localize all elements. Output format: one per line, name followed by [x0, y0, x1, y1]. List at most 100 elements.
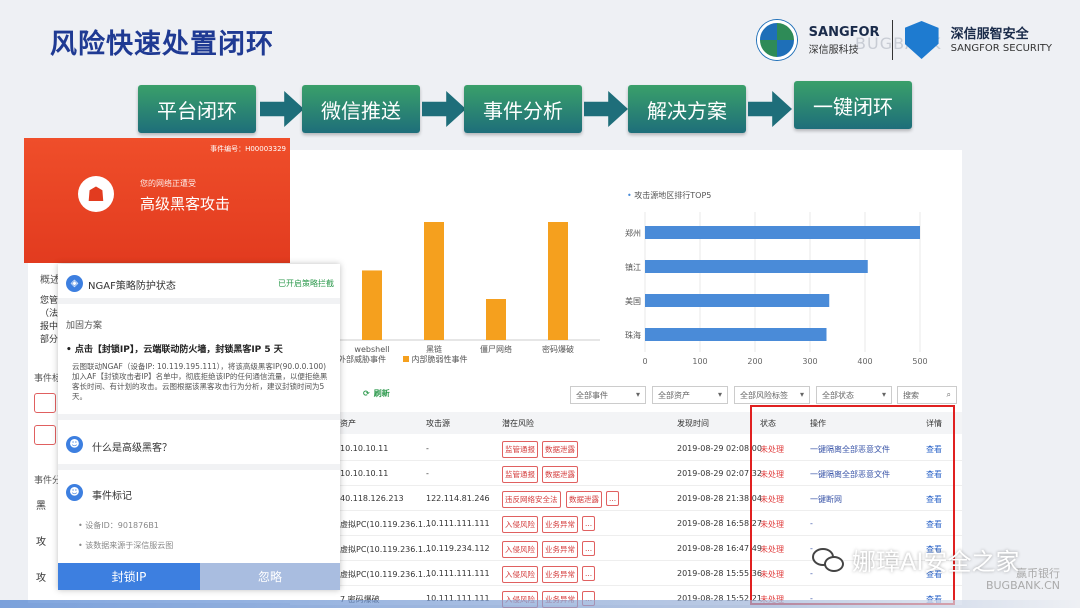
header-risk: 潜在风险: [502, 419, 534, 428]
logo-divider: [891, 20, 893, 60]
cell-asset: 虚拟PC(10.119.236.1...: [340, 570, 431, 579]
cell-source: 122.114.81.246: [426, 494, 490, 503]
corner-watermark: 赢币银行 BUGBANK.CN: [986, 568, 1060, 592]
arrow-right-icon: [260, 91, 304, 127]
plan-body: 云图联动NGAF（设备IP: 10.119.195.111），将该高级黑客IP(…: [72, 362, 328, 401]
event-id: 事件编号：H00003329: [210, 145, 286, 153]
sangfor-logo-sub: 深信服科技: [808, 44, 859, 56]
mobile-alert-header: 事件编号：H00003329 ☗ 您的网络正遭受 高级黑客攻击: [24, 138, 290, 263]
overview-text: 您管 （法 报中 部分: [40, 295, 58, 347]
overview-label: 概述: [40, 275, 60, 286]
divider: [58, 464, 340, 470]
logo-group: SANGFOR 深信服科技 深信服智安全 SANGFOR SECURITY: [756, 20, 1052, 60]
risk-tag: 监管通报: [502, 441, 538, 458]
hbar-美国: [645, 294, 830, 307]
risk-tag: 入侵风险: [502, 566, 538, 583]
filter-risk-label: 全部风险标签: [740, 391, 788, 400]
sangfor-logo-name: SANGFOR: [808, 24, 880, 40]
filter-event-select[interactable]: 全部事件 ▾: [570, 386, 646, 404]
region-chart-title-text: 攻击源地区排行TOP5: [634, 191, 712, 200]
refresh-button[interactable]: ⟳ 刷新: [363, 388, 394, 399]
hacker-icon: ☗: [78, 176, 114, 212]
policy-status-value: 已开启策略拦截: [278, 279, 334, 288]
cell-source: 10.119.234.112: [426, 544, 490, 553]
overview-line: 部分: [40, 335, 59, 345]
x-tick-label: 300: [802, 357, 817, 366]
data-source: • 该数据来源于深信服云图: [78, 541, 174, 550]
arrow-right-icon: [422, 91, 466, 127]
event-item: 攻: [36, 537, 46, 548]
risk-tag: 违反网络安全法: [502, 491, 561, 508]
bar-黑链: [424, 222, 444, 340]
flow-step-wechat: 微信推送: [302, 85, 420, 133]
bar-chart-legend: 外部威胁事件 内部脆弱性事件: [338, 354, 468, 365]
alert-title: 高级黑客攻击: [140, 195, 231, 213]
corner-watermark-line2: BUGBANK.CN: [985, 579, 1060, 592]
cell-source: 10.111.111.111: [426, 569, 490, 578]
cell-asset: 虚拟PC(10.119.236.1...: [340, 520, 431, 529]
region-bar-chart: 0 100 200 300 400 500 郑州镇江美国珠海: [625, 212, 928, 366]
header-source: 攻击源: [426, 419, 450, 428]
person-icon: ☻: [66, 436, 83, 453]
alert-subtitle: 您的网络正遭受: [140, 179, 196, 188]
risk-tag: ...: [606, 491, 620, 506]
cell-asset: 40.118.126.213: [340, 494, 404, 503]
hbar-镇江: [645, 260, 868, 273]
plan-headline-text: 点击【封锁IP】，云端联动防火墙，封锁黑客IP 5 天: [74, 345, 283, 355]
search-icon: ⌕: [946, 390, 951, 399]
x-tick-label: 100: [692, 357, 707, 366]
x-tick-label: 僵尸网络: [480, 344, 512, 354]
filter-event-label: 全部事件: [576, 391, 608, 400]
flow-step-solution: 解决方案: [628, 85, 746, 133]
x-tick-label: 400: [857, 357, 872, 366]
risk-tag: 数据泄露: [542, 441, 578, 458]
device-id: • 设备ID：901876B1: [78, 521, 159, 530]
flow-step-oneclick: 一键闭环: [794, 81, 912, 129]
person-icon: ☻: [66, 484, 83, 501]
ngaf-policy-card: ◈ NGAF策略防护状态 已开启策略拦截 加固方案 • 点击【封锁IP】，云端联…: [58, 264, 340, 590]
flow-step-platform: 平台闭环: [138, 85, 256, 133]
y-tick-label: 镇江: [625, 262, 641, 272]
cell-source: -: [426, 469, 429, 478]
filter-status-label: 全部状态: [822, 391, 854, 400]
filter-risk-select[interactable]: 全部风险标签 ▾: [734, 386, 810, 404]
event-item: 攻: [36, 573, 46, 584]
x-tick-label: 0: [642, 357, 647, 366]
refresh-label: 刷新: [373, 389, 390, 398]
block-ip-button[interactable]: 封锁IP: [58, 563, 200, 590]
bar-僵尸网络: [486, 299, 506, 340]
plan-label: 加固方案: [66, 321, 103, 331]
risk-tag: 数据泄露: [542, 466, 578, 483]
hbar-珠海: [645, 328, 827, 341]
mini-tag: [34, 425, 56, 445]
x-tick-label: webshell: [354, 345, 389, 354]
faq-link[interactable]: 什么是高级黑客？: [92, 439, 172, 454]
cell-asset: 虚拟PC(10.119.236.1...: [340, 545, 431, 554]
header-asset: 资产: [340, 419, 356, 428]
arrow-right-icon: [584, 91, 628, 127]
legend-external: 外部威胁事件: [338, 355, 386, 364]
shield-icon: ◈: [66, 275, 83, 292]
arrow-right-icon: [748, 91, 792, 127]
event-mark-label: 事件标记: [92, 491, 132, 502]
overview-line: 您管: [40, 296, 59, 306]
risk-tag: ...: [582, 516, 596, 531]
slide-title: 风险快速处置闭环: [50, 29, 274, 60]
dashboard-panel: webshell 黑链 僵尸网络 密码爆破 外部威胁事件 内部脆弱性事件 • 攻击源地…: [290, 150, 962, 608]
filter-status-select[interactable]: 全部状态 ▾: [816, 386, 892, 404]
refresh-icon: ⟳: [363, 389, 370, 398]
ignore-button[interactable]: 忽略: [200, 563, 340, 590]
flow-step-analysis: 事件分析: [464, 85, 582, 133]
x-tick-label: 密码爆破: [542, 344, 574, 354]
risk-tag: 业务异常: [542, 516, 578, 533]
search-input[interactable]: 搜索 ⌕: [897, 386, 957, 404]
security-logo-text-block: 深信服智安全 SANGFOR SECURITY: [951, 27, 1052, 54]
filter-asset-select[interactable]: 全部资产 ▾: [652, 386, 728, 404]
cell-source: 10.111.111.111: [426, 519, 490, 528]
overview-line: （法: [40, 309, 59, 319]
divider: [58, 298, 340, 304]
event-item: 黑: [36, 501, 46, 512]
x-tick-label: 黑链: [426, 344, 442, 354]
security-logo-name: 深信服智安全: [950, 26, 1029, 42]
event-label: 事件分: [34, 476, 62, 486]
